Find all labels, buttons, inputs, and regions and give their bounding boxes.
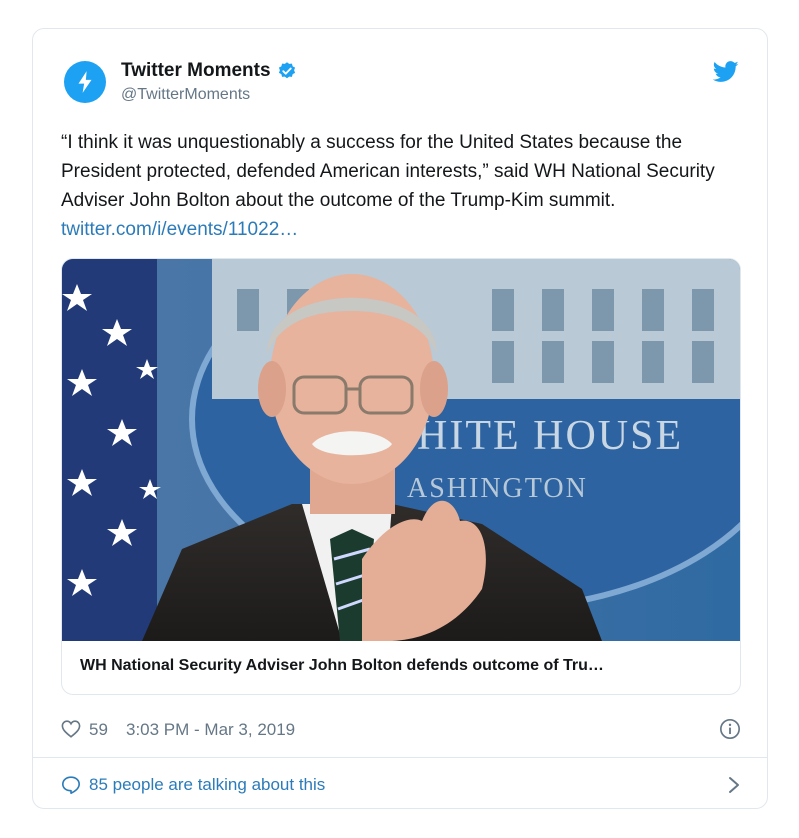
divider <box>33 757 767 758</box>
news-photo[interactable]: HITE HOUSE ASHINGTON <box>62 259 741 641</box>
heart-icon[interactable] <box>61 720 81 738</box>
backdrop-line1: HITE HOUSE <box>417 413 683 459</box>
tweet-body: “I think it was unquestionably a success… <box>61 132 715 211</box>
twitter-bird-icon[interactable] <box>713 61 739 83</box>
backdrop-line2: ASHINGTON <box>407 473 588 504</box>
conversation-label[interactable]: 85 people are talking about this <box>89 775 325 795</box>
author-handle[interactable]: @TwitterMoments <box>121 86 250 104</box>
like-count[interactable]: 59 <box>89 720 108 740</box>
link-preview-title[interactable]: WH National Security Adviser John Bolton… <box>80 657 604 675</box>
avatar[interactable] <box>64 61 106 103</box>
conversation-link[interactable]: 85 people are talking about this <box>61 772 741 798</box>
link-preview-card[interactable]: HITE HOUSE ASHINGTON WH National Securit… <box>61 258 741 695</box>
tweet-link[interactable]: twitter.com/i/events/11022… <box>61 219 298 240</box>
info-icon[interactable] <box>719 718 741 740</box>
verified-badge-icon <box>278 62 295 79</box>
author-name[interactable]: Twitter Moments <box>121 60 271 82</box>
timestamp[interactable]: 3:03 PM - Mar 3, 2019 <box>126 720 295 740</box>
chevron-right-icon[interactable] <box>727 775 741 795</box>
speech-bubble-icon <box>61 776 80 794</box>
author-name-row[interactable]: Twitter Moments <box>121 60 297 82</box>
lightning-icon <box>78 71 92 93</box>
tweet-meta: 59 3:03 PM - Mar 3, 2019 <box>61 717 741 743</box>
tweet-text: “I think it was unquestionably a success… <box>61 128 741 244</box>
tweet-embed-card: Twitter Moments @TwitterMoments “I think… <box>32 28 768 809</box>
